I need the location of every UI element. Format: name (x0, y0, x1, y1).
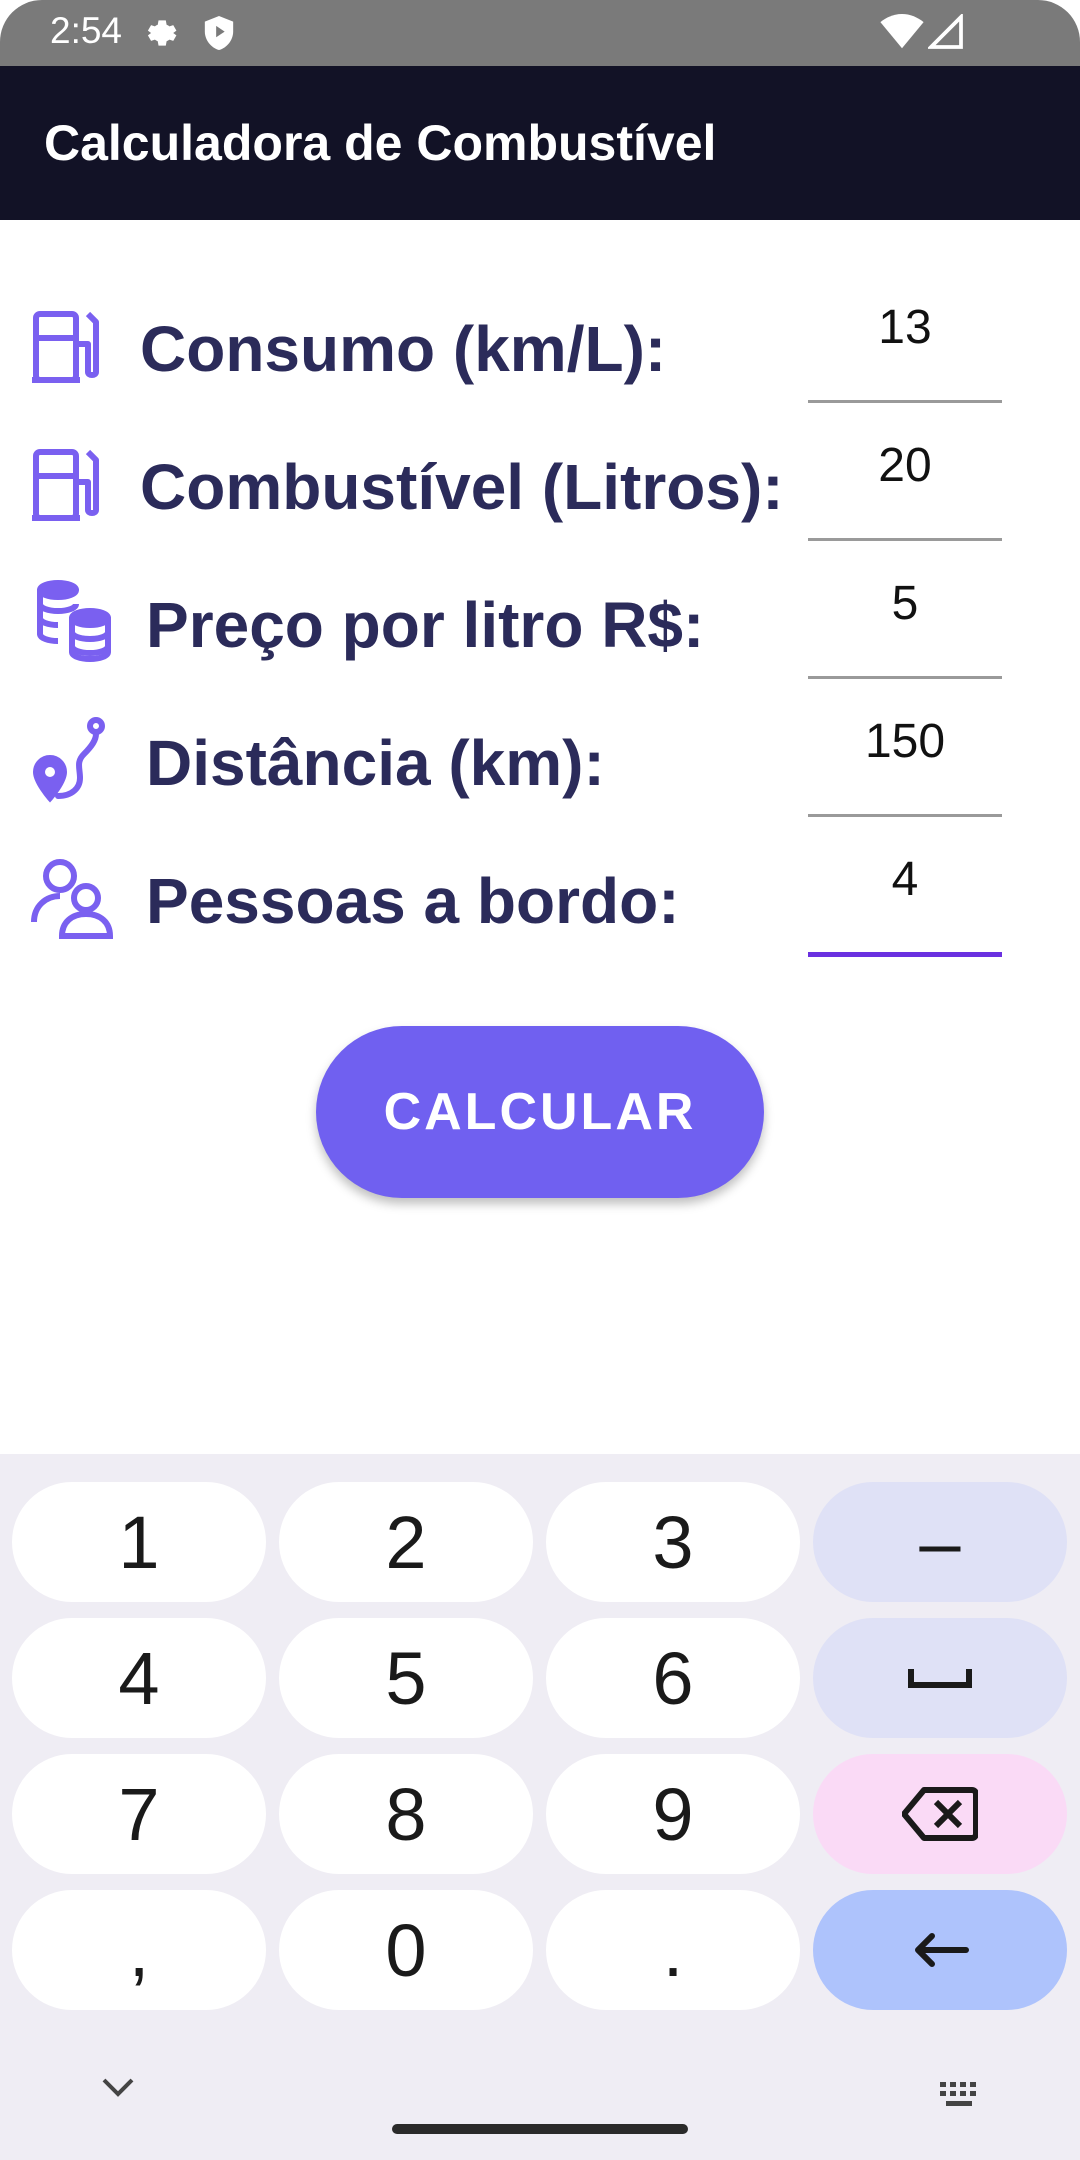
form-row-combustivel: Combustível (Litros): 20 (0, 414, 1080, 552)
fuel-pump-icon (28, 438, 118, 528)
wifi-icon (880, 14, 924, 55)
key-backspace[interactable] (813, 1754, 1067, 1874)
coins-stack-icon (28, 576, 118, 666)
calcular-button[interactable]: CALCULAR (316, 1026, 764, 1198)
key-2[interactable]: 2 (279, 1482, 533, 1602)
enter-icon (915, 1933, 969, 1967)
field-value: 4 (891, 853, 919, 906)
key-0[interactable]: 0 (279, 1890, 533, 2010)
field-label: Combustível (Litros): (140, 451, 784, 523)
field-value: 5 (891, 577, 919, 630)
field-label: Consumo (km/L): (140, 313, 667, 385)
key-space[interactable] (813, 1618, 1067, 1738)
form-row-preco: Preço por litro R$: 5 (0, 552, 1080, 690)
signal-icon (926, 12, 964, 55)
backspace-icon (902, 1787, 978, 1841)
field-label: Distância (km): (146, 727, 605, 799)
form-row-pessoas: Pessoas a bordo: 4 (0, 828, 1080, 966)
key-comma[interactable]: , (12, 1890, 266, 2010)
pessoas-input[interactable]: 4 (808, 828, 1002, 957)
field-value: 150 (864, 715, 946, 768)
chevron-down-icon[interactable] (100, 2076, 136, 2105)
status-time: 2:54 (50, 10, 123, 51)
space-icon (908, 1669, 972, 1688)
key-4[interactable]: 4 (12, 1618, 266, 1738)
preco-input[interactable]: 5 (808, 552, 1002, 679)
people-icon (28, 852, 118, 942)
home-indicator[interactable] (392, 2124, 688, 2134)
combustivel-input[interactable]: 20 (808, 414, 1002, 541)
key-6[interactable]: 6 (546, 1618, 800, 1738)
form-row-consumo: Consumo (km/L): 13 (0, 276, 1080, 414)
fuel-pump-icon (28, 300, 118, 390)
field-value: 13 (878, 301, 932, 354)
key-9[interactable]: 9 (546, 1754, 800, 1874)
key-enter[interactable] (813, 1890, 1067, 2010)
app-bar: Calculadora de Combustível (0, 66, 1080, 220)
key-3[interactable]: 3 (546, 1482, 800, 1602)
key-7[interactable]: 7 (12, 1754, 266, 1874)
key-8[interactable]: 8 (279, 1754, 533, 1874)
key-5[interactable]: 5 (279, 1618, 533, 1738)
app-title: Calculadora de Combustível (44, 115, 717, 171)
field-label: Pessoas a bordo: (146, 865, 680, 937)
route-pin-icon (28, 714, 118, 804)
shield-icon (202, 14, 236, 57)
field-value: 20 (878, 439, 932, 492)
distancia-input[interactable]: 150 (808, 690, 1002, 817)
field-label: Preço por litro R$: (146, 589, 705, 661)
status-bar: 2:54 (0, 0, 1080, 66)
key-minus[interactable]: – (813, 1482, 1067, 1602)
keyboard-icon[interactable] (938, 2080, 984, 2115)
key-period[interactable]: . (546, 1890, 800, 2010)
settings-icon (140, 14, 178, 57)
key-1[interactable]: 1 (12, 1482, 266, 1602)
form-row-distancia: Distância (km): 150 (0, 690, 1080, 828)
consumo-input[interactable]: 13 (808, 276, 1002, 403)
